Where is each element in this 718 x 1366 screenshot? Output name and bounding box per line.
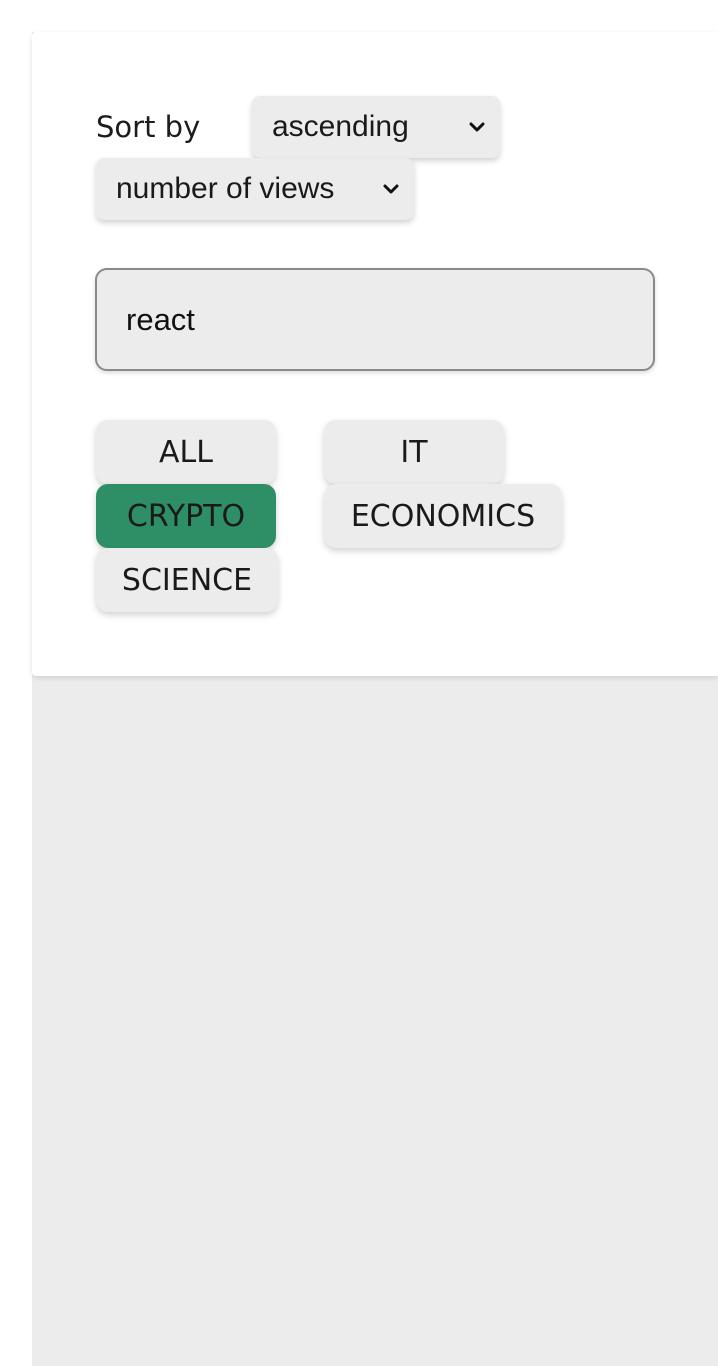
sort-by-label: Sort by — [96, 110, 201, 144]
chevron-down-icon — [383, 184, 399, 194]
sort-order-value: ascending — [272, 110, 409, 143]
category-chip-all[interactable]: ALL — [96, 420, 276, 484]
category-chip-crypto[interactable]: CRYPTO — [96, 484, 276, 548]
category-chip-economics[interactable]: ECONOMICS — [324, 484, 562, 548]
sort-field-value: number of views — [116, 172, 335, 205]
chevron-down-icon — [469, 122, 485, 132]
category-chip-it[interactable]: IT — [324, 420, 504, 484]
category-chip-science[interactable]: SCIENCE — [96, 548, 278, 612]
sort-field-select[interactable]: number of views — [96, 158, 414, 220]
sort-order-select[interactable]: ascending — [252, 96, 500, 158]
search-input[interactable] — [95, 268, 655, 371]
